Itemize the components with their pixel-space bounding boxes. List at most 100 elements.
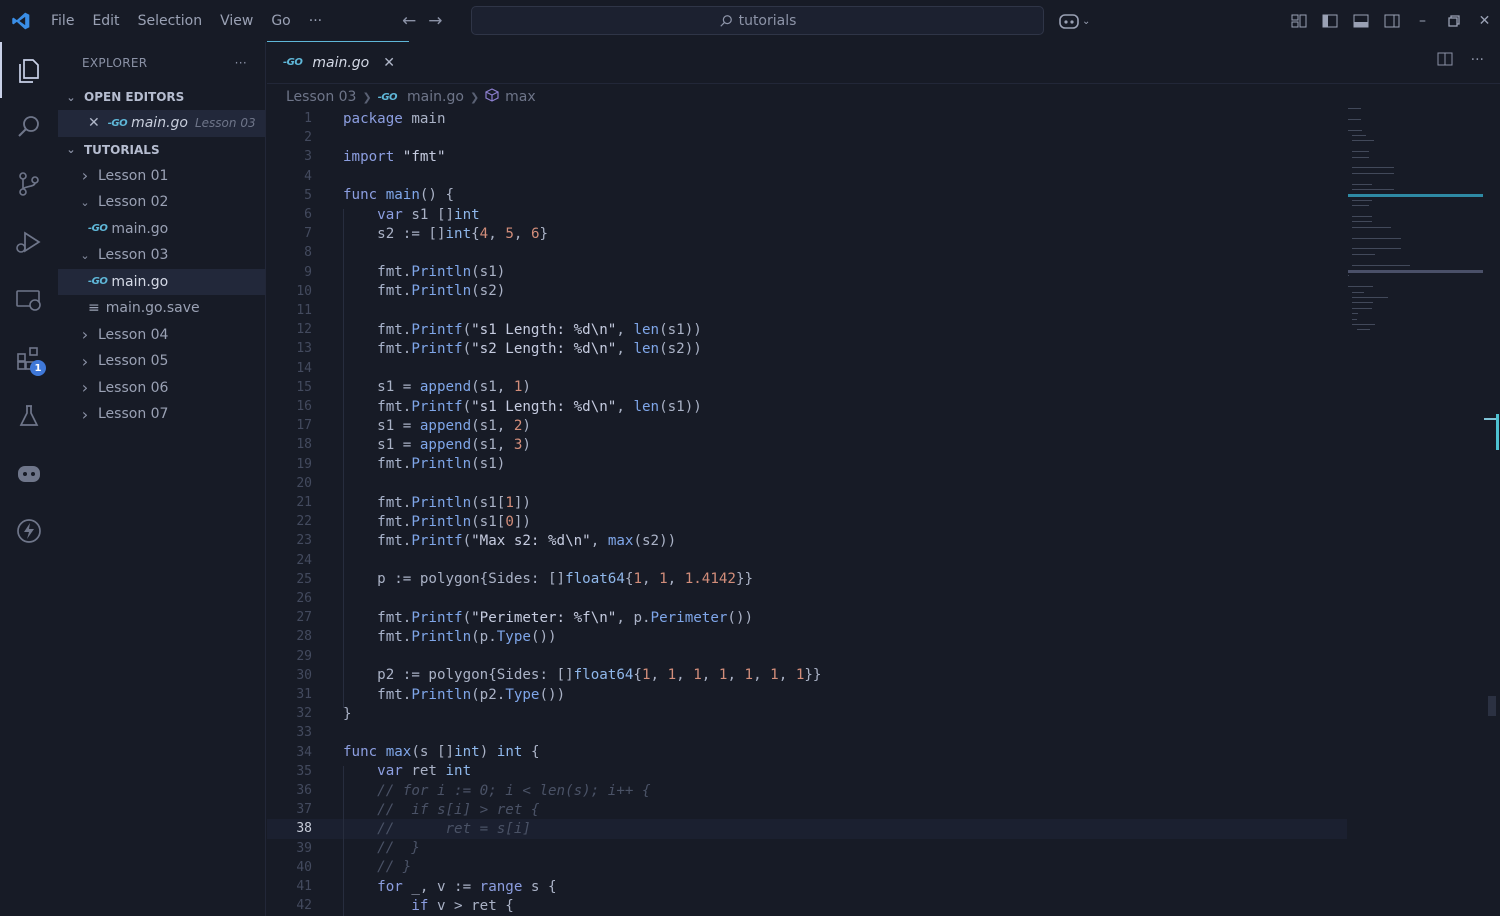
code-line[interactable]: 16 fmt.Printf("s1 Length: %d\n", len(s1)…	[267, 397, 1347, 416]
code-line[interactable]: 42 if v > ret {	[267, 896, 1347, 915]
lightning-icon[interactable]	[0, 503, 58, 559]
code-line[interactable]: 37 // if s[i] > ret {	[267, 800, 1347, 819]
close-icon[interactable]: ✕	[88, 115, 100, 131]
code-line[interactable]: 38 // ret = s[i]	[267, 819, 1347, 839]
code-line[interactable]: 14	[267, 359, 1347, 378]
code-line[interactable]: 28 fmt.Println(p.Type())	[267, 627, 1347, 646]
scrollbar-thumb[interactable]	[1488, 696, 1496, 716]
more-actions-icon[interactable]: ···	[1471, 52, 1484, 70]
open-editor-item[interactable]: ✕ -GO main.go Lesson 03	[58, 110, 265, 137]
breadcrumb-file[interactable]: main.go	[407, 89, 464, 105]
breadcrumb-folder[interactable]: Lesson 03	[286, 89, 356, 105]
code-line[interactable]: 7 s2 := []int{4, 5, 6}	[267, 224, 1347, 243]
open-editors-section[interactable]: ⌄ OPEN EDITORS	[58, 84, 265, 110]
tree-file[interactable]: ≡ main.go.save	[58, 295, 265, 322]
cube-symbol-icon	[485, 88, 499, 106]
toggle-primary-sidebar-icon[interactable]	[1314, 0, 1345, 42]
layout-icon[interactable]	[1283, 0, 1314, 42]
code-line[interactable]: 27 fmt.Printf("Perimeter: %f\n", p.Perim…	[267, 608, 1347, 627]
code-line[interactable]: 22 fmt.Println(s1[0])	[267, 512, 1347, 531]
code-line[interactable]: 40 // }	[267, 858, 1347, 877]
code-editor[interactable]: 1 package main 2 3 import "fmt" 4 5 func main()…	[267, 109, 1347, 916]
tree-file[interactable]: -GO main.go	[58, 268, 265, 295]
code-line[interactable]: 34 func max(s []int) int {	[267, 743, 1347, 762]
close-icon[interactable]: ✕	[1469, 0, 1500, 42]
copilot-icon	[1059, 14, 1079, 29]
restore-icon[interactable]	[1438, 0, 1469, 42]
copilot-menu[interactable]: ⌄	[1058, 8, 1098, 34]
forward-arrow-icon[interactable]: →	[428, 11, 442, 31]
workspace-section[interactable]: ⌄ TUTORIALS	[58, 137, 265, 163]
more-actions-icon[interactable]: ···	[235, 56, 247, 70]
run-debug-icon[interactable]	[0, 214, 58, 270]
code-line[interactable]: 17 s1 = append(s1, 2)	[267, 416, 1347, 435]
tab-close-icon[interactable]: ✕	[383, 55, 395, 71]
code-line[interactable]: 20	[267, 474, 1347, 493]
toggle-secondary-sidebar-icon[interactable]	[1376, 0, 1407, 42]
breadcrumb-symbol[interactable]: max	[505, 89, 536, 105]
source-control-icon[interactable]	[0, 156, 58, 212]
tree-folder[interactable]: › Lesson 04	[58, 322, 265, 349]
code-line[interactable]: 4	[267, 167, 1347, 186]
code-line[interactable]: 23 fmt.Printf("Max s2: %d\n", max(s2))	[267, 531, 1347, 550]
menu-edit[interactable]: Edit	[83, 0, 128, 42]
code-line[interactable]: 5 func main() {	[267, 186, 1347, 205]
tab-label: main.go	[312, 54, 370, 71]
menu-view[interactable]: View	[211, 0, 262, 42]
code-line[interactable]: 35 var ret int	[267, 762, 1347, 781]
code-line[interactable]: 6 var s1 []int	[267, 205, 1347, 224]
code-line[interactable]: 21 fmt.Println(s1[1])	[267, 493, 1347, 512]
minimap[interactable]	[1348, 108, 1483, 338]
editor-actions: ···	[1437, 52, 1484, 70]
code-line[interactable]: 33	[267, 723, 1347, 742]
code-line[interactable]: 1 package main	[267, 109, 1347, 128]
code-line[interactable]: 10 fmt.Println(s2)	[267, 282, 1347, 301]
code-line[interactable]: 13 fmt.Printf("s2 Length: %d\n", len(s2)…	[267, 339, 1347, 358]
remote-explorer-icon[interactable]	[0, 272, 58, 328]
split-editor-icon[interactable]	[1437, 52, 1453, 70]
code-line[interactable]: 11	[267, 301, 1347, 320]
code-line[interactable]: 15 s1 = append(s1, 1)	[267, 378, 1347, 397]
toggle-panel-icon[interactable]	[1345, 0, 1376, 42]
command-center-search[interactable]: tutorials	[471, 6, 1044, 35]
code-line[interactable]: 25 p := polygon{Sides: []float64{1, 1, 1…	[267, 570, 1347, 589]
code-line[interactable]: 19 fmt.Println(s1)	[267, 455, 1347, 474]
back-arrow-icon[interactable]: ←	[402, 11, 416, 31]
code-line[interactable]: 36 // for i := 0; i < len(s); i++ {	[267, 781, 1347, 800]
code-line[interactable]: 30 p2 := polygon{Sides: []float64{1, 1, …	[267, 666, 1347, 685]
code-line[interactable]: 32}	[267, 704, 1347, 723]
menu-file[interactable]: File	[42, 0, 83, 42]
code-line[interactable]: 29	[267, 647, 1347, 666]
code-line[interactable]: 41 for _, v := range s {	[267, 877, 1347, 896]
code-line[interactable]: 12 fmt.Printf("s1 Length: %d\n", len(s1)…	[267, 320, 1347, 339]
minimap-line	[1352, 167, 1395, 169]
code-line[interactable]: 3 import "fmt"	[267, 147, 1347, 166]
tab-main-go[interactable]: -GO main.go ✕	[267, 41, 409, 83]
code-line[interactable]: 39 // }	[267, 839, 1347, 858]
tree-file[interactable]: -GO main.go	[58, 216, 265, 243]
explorer-icon[interactable]	[0, 42, 58, 98]
minimap-line	[1352, 302, 1374, 304]
menu-selection[interactable]: Selection	[129, 0, 212, 42]
testing-icon[interactable]	[0, 388, 58, 444]
tree-folder[interactable]: › Lesson 01	[58, 163, 265, 190]
search-icon[interactable]	[0, 99, 58, 155]
tree-folder[interactable]: › Lesson 06	[58, 375, 265, 402]
code-line[interactable]: 8	[267, 243, 1347, 262]
code-line[interactable]: 24	[267, 551, 1347, 570]
minimize-icon[interactable]: –	[1407, 0, 1438, 42]
code-text: s1 = append(s1, 1)	[343, 379, 531, 396]
code-line[interactable]: 26	[267, 589, 1347, 608]
code-line[interactable]: 31 fmt.Println(p2.Type())	[267, 685, 1347, 704]
menu-more[interactable]: ···	[300, 0, 331, 42]
copilot-icon[interactable]	[0, 445, 58, 501]
tree-folder[interactable]: › Lesson 05	[58, 348, 265, 375]
code-line[interactable]: 2	[267, 128, 1347, 147]
menu-go[interactable]: Go	[262, 0, 299, 42]
tree-folder[interactable]: › Lesson 07	[58, 401, 265, 428]
code-line[interactable]: 18 s1 = append(s1, 3)	[267, 435, 1347, 454]
tree-folder[interactable]: ⌄ Lesson 02	[58, 189, 265, 216]
extensions-icon[interactable]: 1	[0, 330, 58, 386]
code-line[interactable]: 9 fmt.Println(s1)	[267, 263, 1347, 282]
tree-folder[interactable]: ⌄ Lesson 03	[58, 242, 265, 269]
